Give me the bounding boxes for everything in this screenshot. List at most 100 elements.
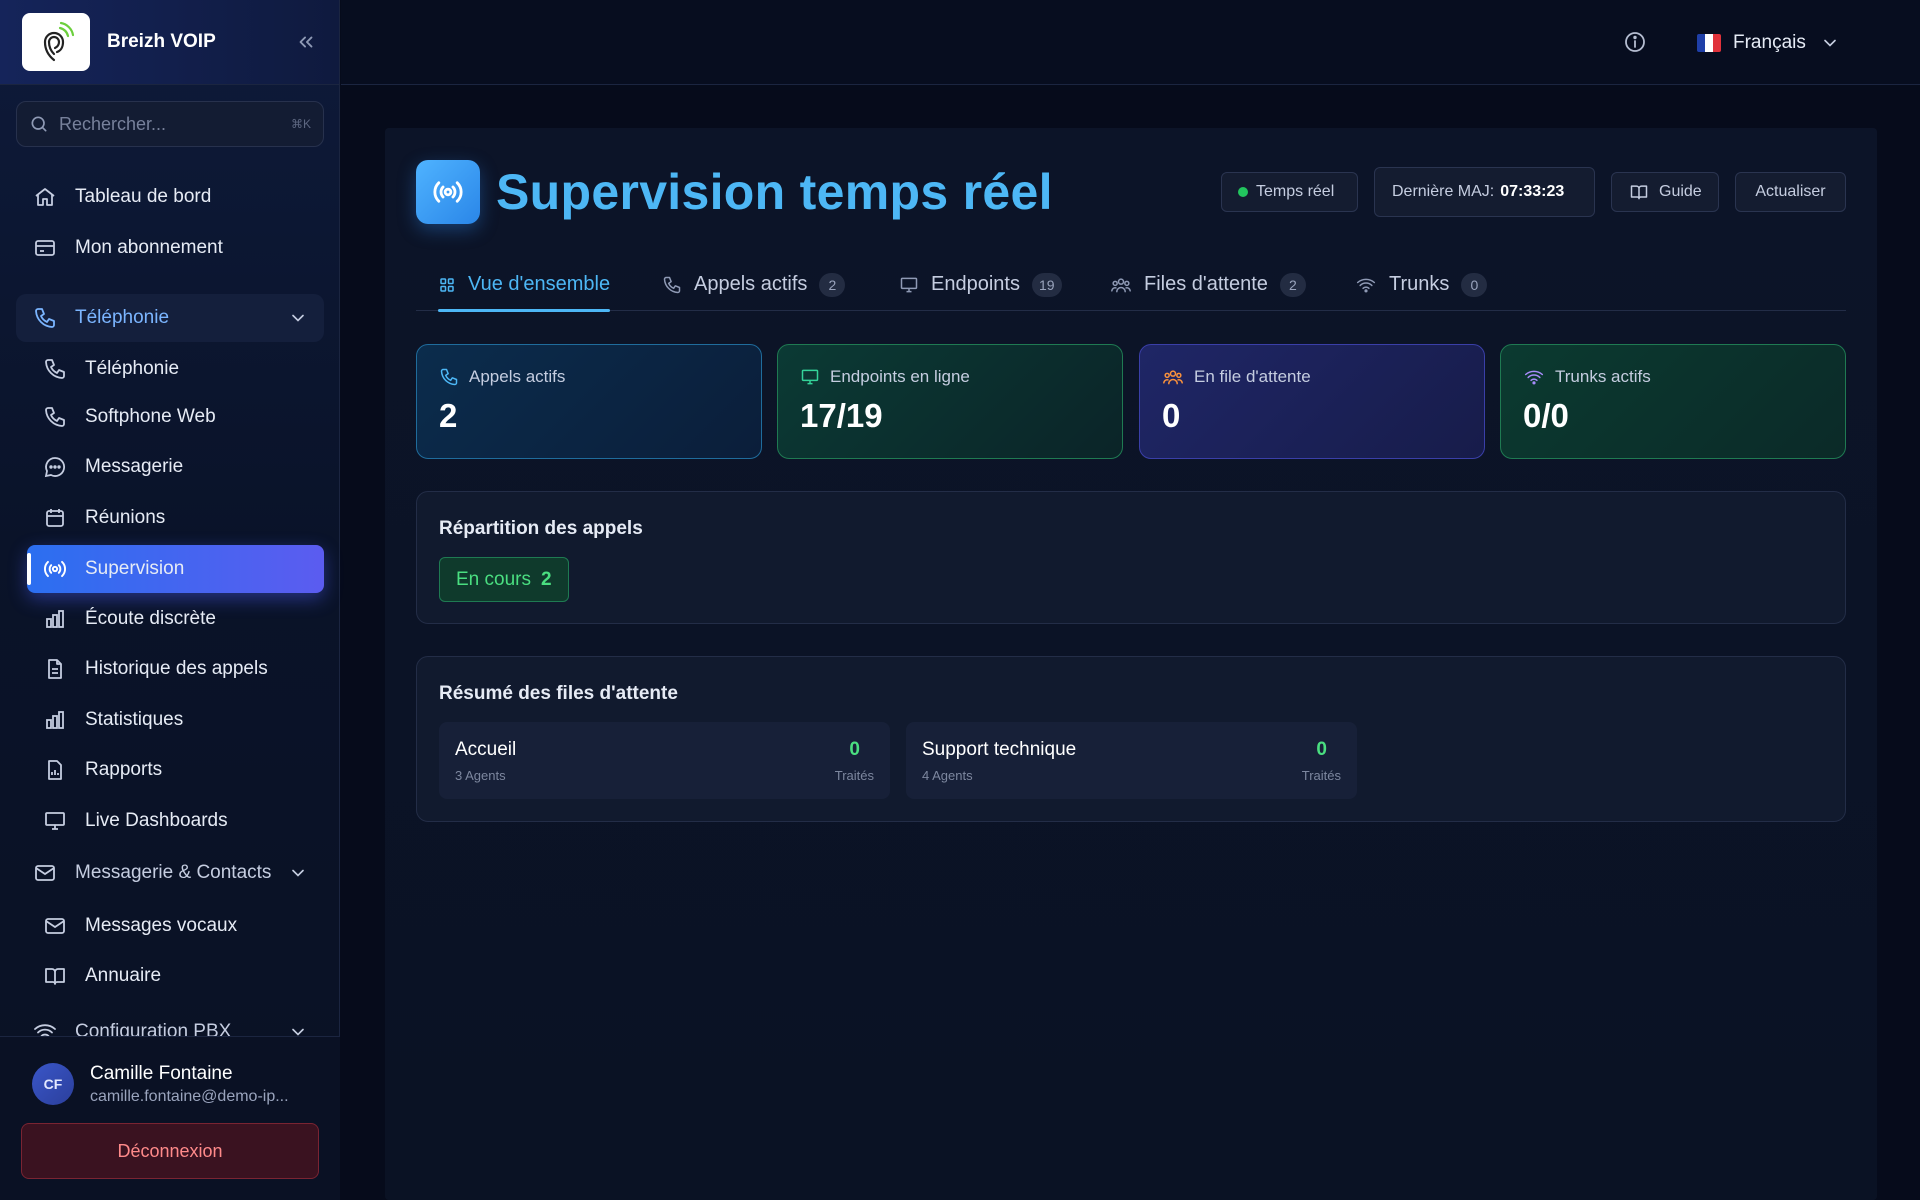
card-title: Répartition des appels	[439, 518, 643, 539]
tab-count-badge: 2	[819, 272, 846, 297]
search-shortcut: ⌘K	[291, 117, 312, 131]
brand-name: Breizh VOIP	[107, 31, 216, 52]
live-status-dot	[1238, 187, 1248, 197]
queue-treated-label: Traités	[834, 768, 874, 783]
stat-card-endpoints-online[interactable]: Endpoints en ligne 17/19	[777, 344, 1123, 459]
flag-fr-icon	[1697, 34, 1721, 52]
brand-header: Breizh VOIP	[0, 0, 339, 85]
sidebar-item-label: Historique des appels	[85, 658, 268, 679]
in-progress-chip[interactable]: En cours 2	[439, 557, 569, 602]
logout-button[interactable]: Déconnexion	[21, 1123, 319, 1179]
sidebar-item-label: Annuaire	[85, 965, 162, 986]
chip-value: 2	[540, 568, 552, 590]
search-input[interactable]	[59, 113, 291, 135]
sidebar-item-label: Mon abonnement	[75, 237, 223, 258]
sidebar-item-voicemail[interactable]: Messages vocaux	[42, 904, 322, 948]
sidebar: Breizh VOIP ⌘K Tableau de bord Mon abonn…	[0, 0, 340, 1200]
phone-icon	[439, 367, 459, 387]
bar-chart-icon	[42, 606, 68, 632]
live-status-badge[interactable]: Temps réel	[1221, 172, 1358, 212]
sidebar-item-live-dashboards[interactable]: Live Dashboards	[42, 799, 322, 843]
queue-agents: 4 Agents	[922, 768, 973, 783]
queue-item[interactable]: Support technique 4 Agents 0 Traités	[906, 722, 1357, 799]
sidebar-item-telephony[interactable]: Téléphonie	[42, 347, 322, 391]
queue-item[interactable]: Accueil 3 Agents 0 Traités	[439, 722, 890, 799]
chevron-down-icon	[288, 863, 308, 883]
tab-bar: Vue d'ensemble Appels actifs 2 Endpoints…	[416, 258, 1846, 312]
sidebar-item-statistics[interactable]: Statistiques	[42, 698, 322, 742]
mail-icon	[32, 860, 58, 886]
sidebar-group-messaging-contacts[interactable]: Messagerie & Contacts	[16, 849, 324, 897]
sidebar-item-label: Messagerie	[85, 456, 184, 477]
book-icon	[1629, 182, 1649, 202]
tab-count-badge: 19	[1031, 272, 1062, 297]
tab-label: Endpoints	[931, 273, 1020, 295]
queue-name: Support technique	[922, 739, 1077, 760]
tab-label: Appels actifs	[694, 273, 808, 295]
tab-overview[interactable]: Vue d'ensemble	[438, 258, 611, 312]
avatar[interactable]: CF	[32, 1063, 74, 1105]
tab-endpoints[interactable]: Endpoints 19	[899, 258, 1062, 311]
bar-chart-icon	[42, 707, 68, 733]
sidebar-item-label: Réunions	[85, 507, 166, 528]
tab-queues[interactable]: Files d'attente 2	[1110, 258, 1306, 311]
stat-card-active-calls[interactable]: Appels actifs 2	[416, 344, 762, 459]
language-label: Français	[1733, 32, 1806, 53]
stat-value: 0	[1162, 397, 1181, 434]
queue-treated-count: 0	[1316, 739, 1327, 760]
refresh-button[interactable]: Actualiser	[1735, 172, 1846, 212]
stat-card-active-trunks[interactable]: Trunks actifs 0/0	[1500, 344, 1846, 459]
language-selector[interactable]: Français	[1697, 24, 1840, 62]
collapse-sidebar-icon[interactable]	[295, 31, 317, 53]
sidebar-item-softphone[interactable]: Softphone Web	[42, 395, 322, 439]
last-update-time: 07:33:23	[1500, 183, 1565, 200]
queue-summary-card: Résumé des files d'attente Accueil 3 Age…	[416, 656, 1846, 822]
sidebar-item-subscription[interactable]: Mon abonnement	[32, 226, 322, 270]
document-icon	[42, 656, 68, 682]
sidebar-item-call-history[interactable]: Historique des appels	[42, 647, 322, 691]
chevron-down-icon	[288, 308, 308, 328]
wifi-icon	[1523, 367, 1545, 387]
sidebar-item-discreet-listening[interactable]: Écoute discrète	[42, 597, 322, 641]
live-status-label: Temps réel	[1256, 183, 1335, 200]
sidebar-item-label: Téléphonie	[75, 307, 170, 328]
stat-label: Trunks actifs	[1555, 367, 1651, 386]
chip-label: En cours	[456, 568, 531, 590]
guide-label: Guide	[1659, 183, 1702, 200]
tab-count-badge: 2	[1279, 272, 1306, 297]
sidebar-group-telephony[interactable]: Téléphonie	[16, 294, 324, 342]
stat-card-in-queue[interactable]: En file d'attente 0	[1139, 344, 1485, 459]
info-icon[interactable]	[1623, 30, 1647, 54]
sidebar-item-label: Rapports	[85, 759, 163, 780]
sidebar-item-directory[interactable]: Annuaire	[42, 954, 322, 998]
sidebar-item-meetings[interactable]: Réunions	[42, 496, 322, 540]
user-name: Camille Fontaine	[90, 1063, 233, 1084]
guide-button[interactable]: Guide	[1611, 172, 1719, 212]
user-email: camille.fontaine@demo-ip...	[90, 1088, 289, 1105]
page-title: Supervision temps réel	[496, 164, 1053, 220]
tab-trunks[interactable]: Trunks 0	[1355, 258, 1488, 311]
phone-icon	[42, 356, 68, 382]
stat-label: Endpoints en ligne	[830, 367, 970, 386]
sidebar-item-label: Live Dashboards	[85, 810, 228, 831]
sidebar-item-supervision[interactable]: Supervision	[27, 545, 324, 593]
sidebar-item-messaging[interactable]: Messagerie	[42, 445, 322, 489]
sidebar-item-reports[interactable]: Rapports	[42, 748, 322, 792]
sidebar-item-label: Tableau de bord	[75, 186, 212, 207]
card-icon	[32, 235, 58, 261]
last-update-badge: Dernière MAJ: 07:33:23	[1374, 167, 1595, 217]
card-title: Résumé des files d'attente	[439, 683, 678, 704]
sidebar-item-label: Messagerie & Contacts	[75, 862, 272, 883]
brand-logo-icon[interactable]	[22, 13, 90, 71]
stat-label: Appels actifs	[469, 367, 566, 386]
tab-active-calls[interactable]: Appels actifs 2	[662, 258, 846, 311]
book-icon	[42, 963, 68, 989]
user-panel: CF Camille Fontaine camille.fontaine@dem…	[0, 1036, 340, 1200]
sidebar-item-label: Messages vocaux	[85, 915, 238, 936]
search-box: ⌘K	[16, 101, 324, 147]
broadcast-icon	[42, 556, 68, 582]
search-icon	[29, 114, 49, 134]
stat-value: 2	[439, 397, 458, 434]
stat-value: 17/19	[800, 397, 883, 434]
sidebar-item-dashboard[interactable]: Tableau de bord	[32, 175, 322, 219]
